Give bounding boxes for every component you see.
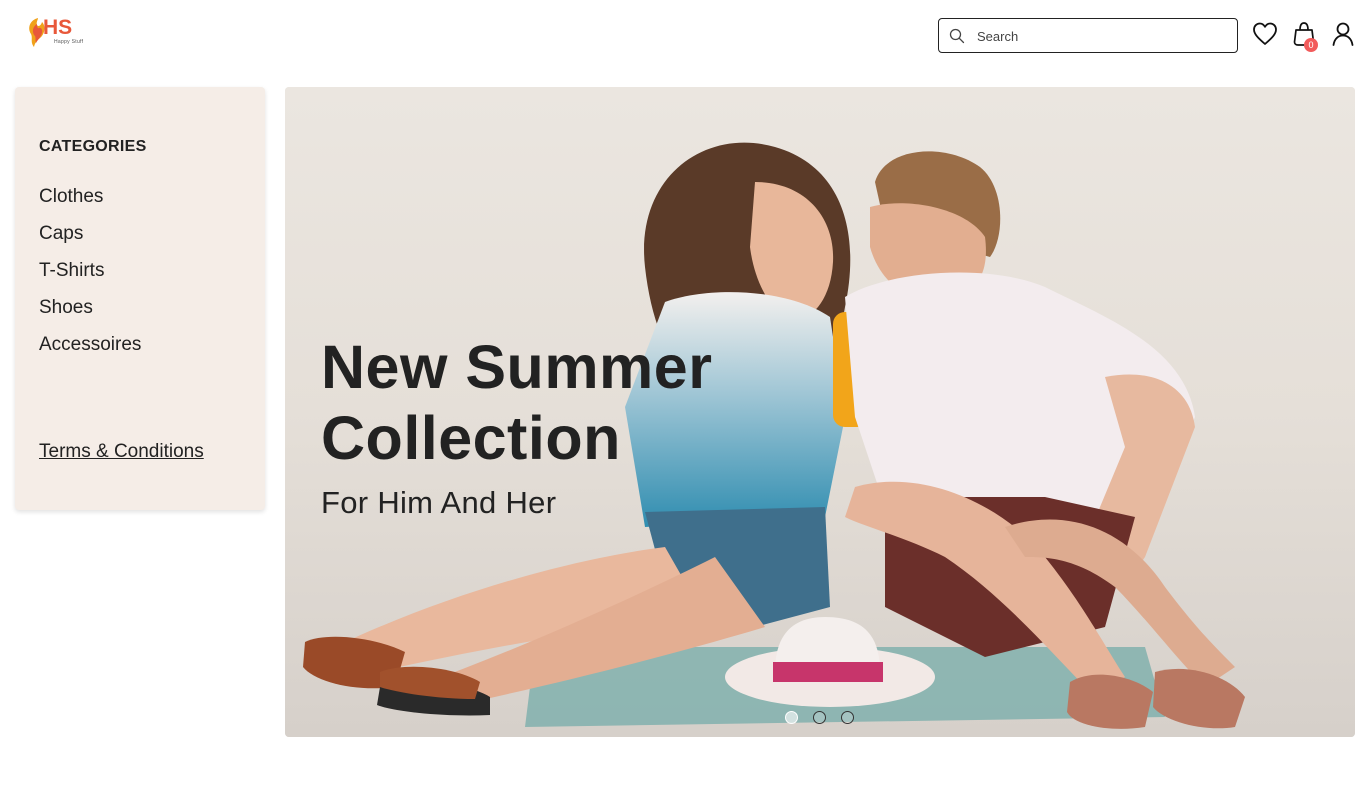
search-box[interactable] <box>938 18 1238 53</box>
user-icon[interactable] <box>1331 20 1357 48</box>
carousel-dot-3[interactable] <box>841 711 854 724</box>
terms-link[interactable]: Terms & Conditions <box>39 441 204 463</box>
category-item-shoes[interactable]: Shoes <box>39 296 141 333</box>
category-item-clothes[interactable]: Clothes <box>39 185 141 222</box>
categories-sidebar: CATEGORIES Clothes Caps T-Shirts Shoes A… <box>15 87 265 510</box>
logo-text: HS <box>43 16 73 39</box>
search-icon <box>949 28 965 44</box>
hero-title: New Summer Collection <box>321 332 712 474</box>
search-input[interactable] <box>977 25 1227 47</box>
category-item-caps[interactable]: Caps <box>39 222 141 259</box>
hero-subtitle: For Him And Her <box>321 485 557 520</box>
carousel-dot-1[interactable] <box>785 711 798 724</box>
logo-tagline: Happy Stuff <box>54 39 84 45</box>
category-list: Clothes Caps T-Shirts Shoes Accessoires <box>39 185 141 370</box>
heart-icon[interactable] <box>1252 20 1278 48</box>
category-item-accessoires[interactable]: Accessoires <box>39 333 141 370</box>
category-item-t-shirts[interactable]: T-Shirts <box>39 259 141 296</box>
site-header: HS Happy Stuff 0 <box>0 0 1372 70</box>
hero-title-line-2: Collection <box>321 404 621 472</box>
brand-logo[interactable]: HS Happy Stuff <box>26 16 96 50</box>
hero-title-line-1: New Summer <box>321 333 713 401</box>
cart-count-badge: 0 <box>1304 38 1318 52</box>
carousel-dot-2[interactable] <box>813 711 826 724</box>
hero-banner[interactable]: New Summer Collection For Him And Her <box>285 87 1355 737</box>
categories-title: CATEGORIES <box>39 138 147 155</box>
